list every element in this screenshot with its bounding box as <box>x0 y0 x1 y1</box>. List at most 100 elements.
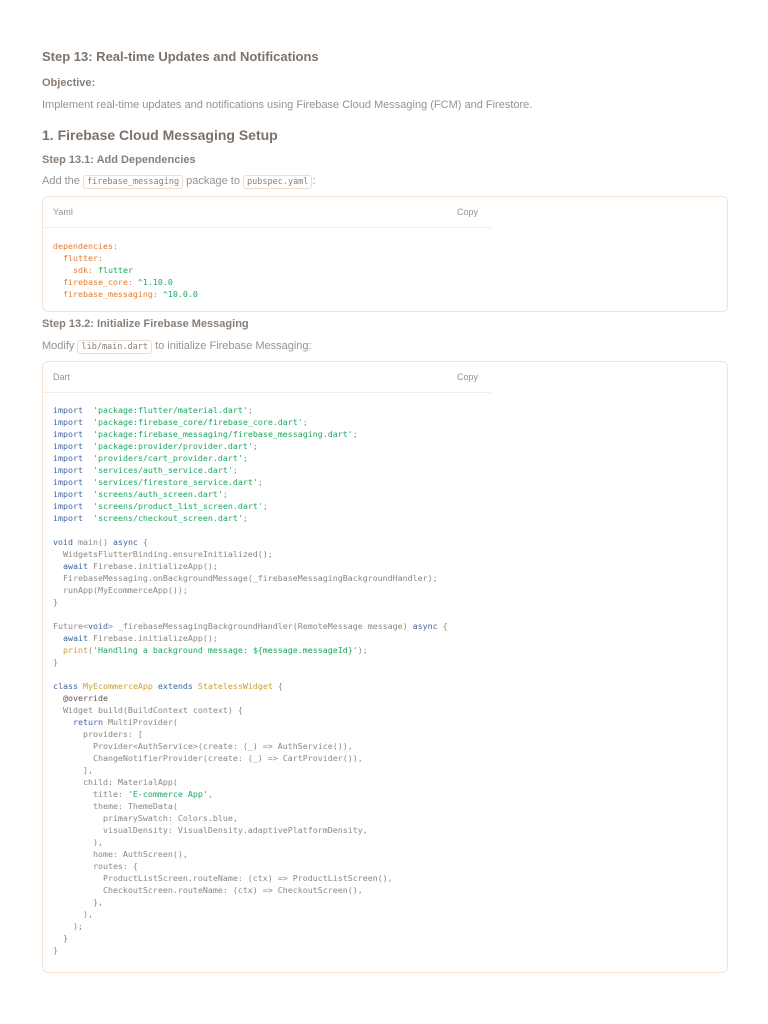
code-token: MultiProvider( <box>102 717 178 727</box>
code-token: void <box>53 537 73 547</box>
code-line: await Firebase.initializeApp(); <box>53 632 717 644</box>
code-token: ; <box>302 417 308 427</box>
code-line: home: AuthScreen(), <box>53 848 717 860</box>
code-token: await <box>53 633 88 643</box>
code-token: import <box>53 429 83 439</box>
code-token: ChangeNotifierProvider(create: (_) => Ca… <box>53 753 363 763</box>
code-token: ), <box>53 909 93 919</box>
code-token: } <box>53 933 68 943</box>
code-line: } <box>53 944 717 956</box>
objective-label: Objective: <box>42 77 96 89</box>
code-line: import 'services/firestore_service.dart'… <box>53 476 717 488</box>
code-token: flutter: <box>53 253 103 263</box>
code-token: async <box>412 621 438 631</box>
code-line: return MultiProvider( <box>53 716 717 728</box>
code-token: Firebase.initializeApp(); <box>87 561 218 571</box>
code-token: firebase_core: <box>53 277 138 287</box>
code-token: WidgetsFlutterBinding.ensureInitialized(… <box>53 549 273 559</box>
code-token: 'screens/auth_screen.dart' <box>92 489 223 499</box>
code-token: 'package:firebase_core/firebase_core.dar… <box>92 417 303 427</box>
code-line: Provider<AuthService>(create: (_) => Aut… <box>53 740 717 752</box>
code-line: title: 'E-commerce App', <box>53 788 717 800</box>
code-line: void main() async { <box>53 536 717 548</box>
code-token: > _firebaseMessagingBackgroundHandler(Re… <box>107 621 413 631</box>
code-token: ); <box>357 645 368 655</box>
code-line: Future<void> _firebaseMessagingBackgroun… <box>53 620 717 632</box>
code-token: 'E-commerce App' <box>127 789 208 799</box>
code-line: }, <box>53 896 717 908</box>
code-line: CheckoutScreen.routeName: (ctx) => Check… <box>53 884 717 896</box>
code-token: } <box>53 597 58 607</box>
code-token: 'package:provider/provider.dart' <box>92 441 253 451</box>
code-token: ; <box>252 441 258 451</box>
code-line: ), <box>53 836 717 848</box>
code-line: FirebaseMessaging.onBackgroundMessage(_f… <box>53 572 717 584</box>
objective-text: Implement real-time updates and notifica… <box>42 99 533 111</box>
text: Add the <box>42 175 83 187</box>
code-language-label: Yaml <box>53 207 73 217</box>
step-13-1-heading: Step 13.1: Add Dependencies <box>42 154 196 166</box>
code-token: visualDensity: VisualDensity.adaptivePla… <box>53 825 368 835</box>
code-line: class MyEcommerceApp extends StatelessWi… <box>53 680 717 692</box>
copy-button[interactable]: Copy <box>457 207 478 217</box>
code-token: 'package:firebase_messaging/firebase_mes… <box>92 429 353 439</box>
code-token: 'services/auth_service.dart' <box>92 465 233 475</box>
copy-button[interactable]: Copy <box>457 372 478 382</box>
code-token: extends <box>157 681 193 691</box>
code-token: import <box>53 465 83 475</box>
code-token: async <box>112 537 138 547</box>
code-token: import <box>53 405 83 415</box>
code-token: MyEcommerceApp <box>82 681 153 691</box>
code-token: import <box>53 453 83 463</box>
code-token: ), <box>53 837 103 847</box>
code-line: ), <box>53 908 717 920</box>
code-token: print <box>53 645 88 655</box>
code-token: 'services/firestore_service.dart' <box>92 477 258 487</box>
code-token: ); <box>53 921 83 931</box>
code-line: flutter: <box>53 252 717 264</box>
code-token: } <box>53 657 58 667</box>
code-token: runApp(MyEcommerceApp()); <box>53 585 188 595</box>
code-line: ProductListScreen.routeName: (ctx) => Pr… <box>53 872 717 884</box>
code-token: dependencies: <box>53 241 118 251</box>
code-token: ; <box>257 477 263 487</box>
code-token: Provider<AuthService>(create: (_) => Aut… <box>53 741 353 751</box>
text: Modify <box>42 340 78 352</box>
code-line: dependencies: <box>53 240 717 252</box>
code-token: ProductListScreen.routeName: (ctx) => Pr… <box>53 873 393 883</box>
text: package to <box>183 175 244 187</box>
code-line: firebase_core: ^1.10.0 <box>53 276 717 288</box>
code-token: 'screens/checkout_screen.dart' <box>92 513 243 523</box>
code-token: { <box>137 537 148 547</box>
code-line: import 'screens/product_list_screen.dart… <box>53 500 717 512</box>
code-token: ; <box>262 501 268 511</box>
code-line: import 'package:provider/provider.dart'; <box>53 440 717 452</box>
code-line: firebase_messaging: ^10.0.0 <box>53 288 717 300</box>
code-token: import <box>53 489 83 499</box>
code-content: dependencies: flutter: sdk: flutter fire… <box>43 228 727 312</box>
code-token: , <box>207 789 213 799</box>
code-token: Firebase.initializeApp(); <box>87 633 218 643</box>
code-token: providers: [ <box>53 729 143 739</box>
code-token: 'screens/product_list_screen.dart' <box>92 501 263 511</box>
code-token: 'package:flutter/material.dart' <box>92 405 248 415</box>
dart-code-block: Dart Copy import 'package:flutter/materi… <box>42 361 728 973</box>
code-line: import 'services/auth_service.dart'; <box>53 464 717 476</box>
code-token: }, <box>53 897 103 907</box>
code-token: theme: ThemeData( <box>53 801 178 811</box>
code-token: await <box>53 561 88 571</box>
code-line: providers: [ <box>53 728 717 740</box>
text: : <box>312 175 316 187</box>
code-line: primarySwatch: Colors.blue, <box>53 812 717 824</box>
code-line: ); <box>53 920 717 932</box>
code-token: firebase_messaging: <box>53 289 163 299</box>
